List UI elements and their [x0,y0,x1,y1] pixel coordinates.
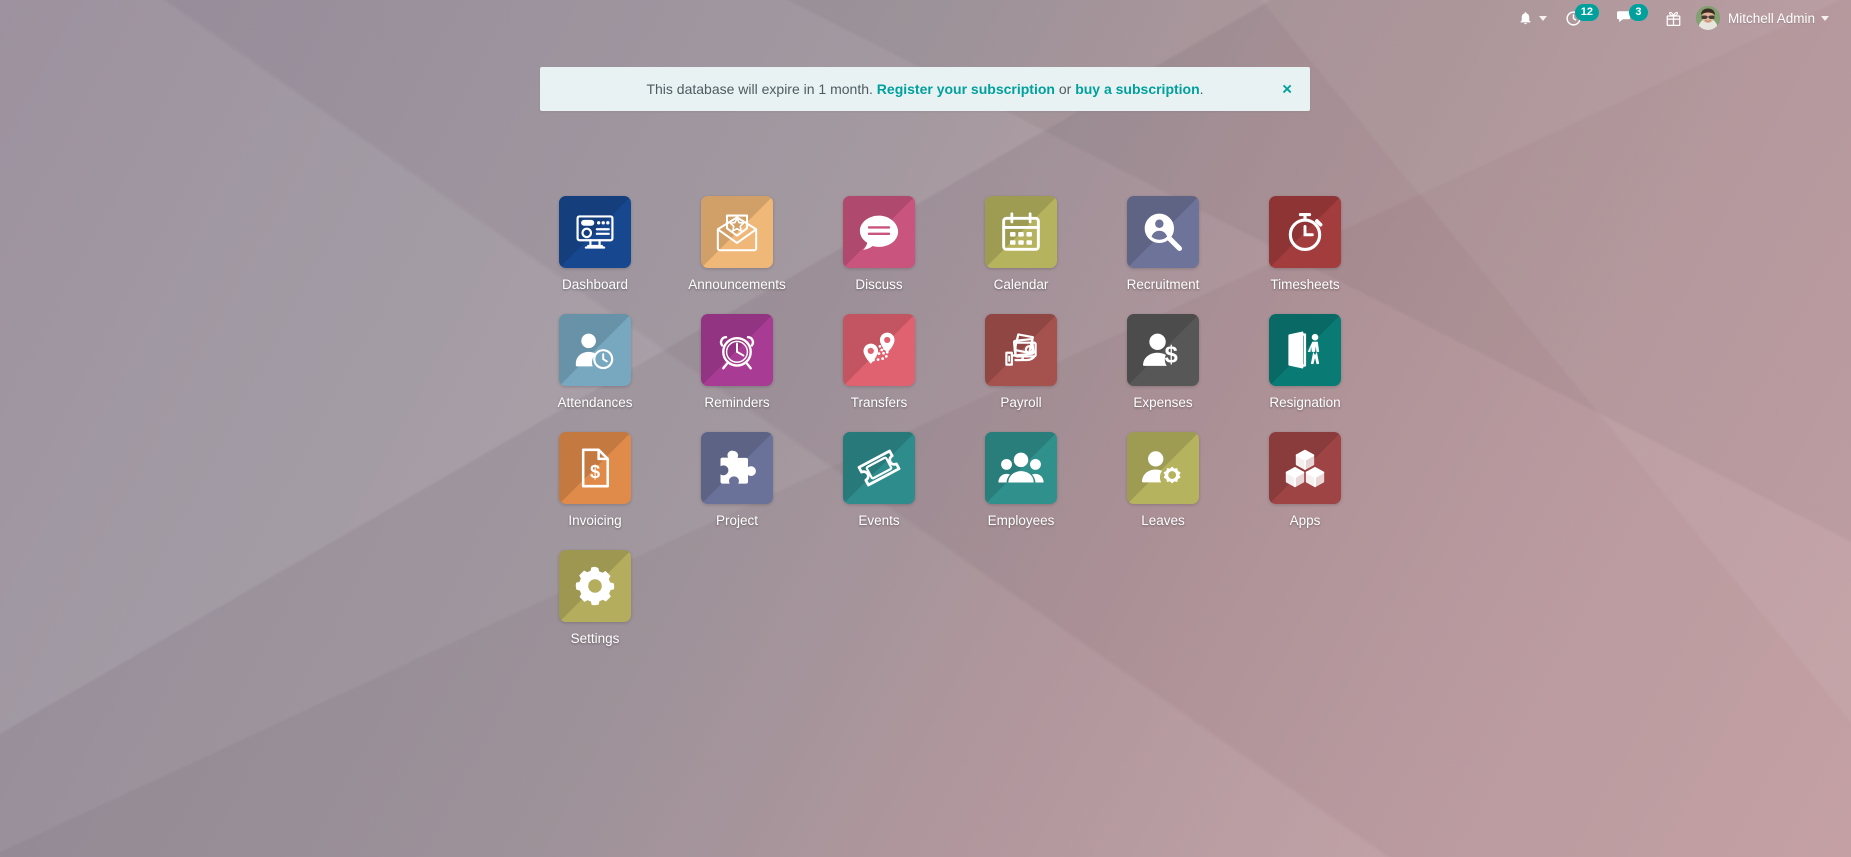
app-label: Events [858,513,900,528]
alarm-clock-icon [701,314,773,386]
close-icon[interactable]: × [1282,81,1292,98]
person-gear-icon [1127,432,1199,504]
app-label: Reminders [704,395,770,410]
gift-icon [1666,10,1681,27]
banner-text-end: . [1199,81,1204,97]
avatar [1695,6,1720,30]
banner-message: This database will expire in 1 month. Re… [646,81,1203,97]
app-tile-timesheets[interactable]: Timesheets [1234,194,1376,312]
app-label: Payroll [1000,395,1042,410]
app-tile-employees[interactable]: Employees [950,430,1092,548]
chevron-down-icon [1538,15,1547,21]
app-label: Project [715,513,759,528]
app-label: Expenses [1133,395,1193,410]
app-tile-leaves[interactable]: Leaves [1092,430,1234,548]
map-pins-route-icon [843,314,915,386]
magnifier-person-icon [1127,196,1199,268]
apps-grid: Dashboard Announcements Discuss Calendar… [524,194,1344,666]
buy-subscription-link[interactable]: buy a subscription [1075,81,1199,97]
app-tile-resignation[interactable]: Resignation [1234,312,1376,430]
app-label: Calendar [993,277,1049,292]
app-tile-announcements[interactable]: Announcements [666,194,808,312]
avatar-photo [1695,6,1720,30]
banner-text-or: or [1058,81,1072,97]
app-label: Settings [570,631,620,646]
messages-button[interactable]: 3 [1608,0,1657,36]
app-label: Resignation [1269,395,1341,410]
invoice-dollar-icon: $ [559,432,631,504]
app-tile-apps[interactable]: Apps [1234,430,1376,548]
username-label: Mitchell Admin [1727,10,1815,26]
bell-icon [1518,10,1533,26]
ticket-icon [843,432,915,504]
app-label: Timesheets [1270,277,1340,292]
banner-text-before: This database will expire in 1 month. [646,81,873,97]
register-subscription-link[interactable]: Register your subscription [877,81,1055,97]
app-tile-expenses[interactable]: $ Expenses [1092,312,1234,430]
app-tile-payroll[interactable]: Payroll [950,312,1092,430]
app-label: Attendances [557,395,633,410]
app-tile-transfers[interactable]: Transfers [808,312,950,430]
calendar-icon [985,196,1057,268]
app-label: Apps [1289,513,1321,528]
app-label: Leaves [1141,513,1185,528]
app-label: Announcements [688,277,786,292]
people-group-icon [985,432,1057,504]
stopwatch-icon [1269,196,1341,268]
puzzle-piece-icon [701,432,773,504]
app-tile-calendar[interactable]: Calendar [950,194,1092,312]
notification-bell-button[interactable] [1509,0,1556,36]
app-tile-invoicing[interactable]: $ Invoicing [524,430,666,548]
activities-button[interactable]: 12 [1556,0,1608,36]
app-tile-project[interactable]: Project [666,430,808,548]
app-label: Dashboard [561,277,629,292]
person-clock-icon [559,314,631,386]
app-tile-recruitment[interactable]: Recruitment [1092,194,1234,312]
hand-cash-icon [985,314,1057,386]
app-label: Employees [987,513,1055,528]
app-tile-dashboard[interactable]: Dashboard [524,194,666,312]
cubes-icon [1269,432,1341,504]
app-tile-discuss[interactable]: Discuss [808,194,950,312]
dashboard-monitor-icon [559,196,631,268]
svg-text:$: $ [1165,343,1178,369]
app-tile-attendances[interactable]: Attendances [524,312,666,430]
user-menu-button[interactable]: Mitchell Admin [1690,0,1837,36]
messages-counter-badge: 3 [1628,3,1648,21]
app-tile-settings[interactable]: Settings [524,548,666,666]
app-tile-events[interactable]: Events [808,430,950,548]
svg-text:$: $ [590,462,600,482]
app-label: Invoicing [568,513,622,528]
gear-icon [559,550,631,622]
app-label: Recruitment [1126,277,1200,292]
person-dollar-icon: $ [1127,314,1199,386]
systray: 12 3 Mitchell Admin [1509,0,1851,36]
speech-bubble-icon [843,196,915,268]
app-label: Discuss [855,277,903,292]
app-tile-reminders[interactable]: Reminders [666,312,808,430]
gift-button[interactable] [1657,0,1690,36]
activities-counter-badge: 12 [1574,3,1599,21]
envelope-badge-icon [701,196,773,268]
database-expiration-banner: This database will expire in 1 month. Re… [540,67,1310,111]
door-exit-person-icon [1269,314,1341,386]
app-label: Transfers [850,395,908,410]
chevron-down-icon [1821,15,1829,21]
